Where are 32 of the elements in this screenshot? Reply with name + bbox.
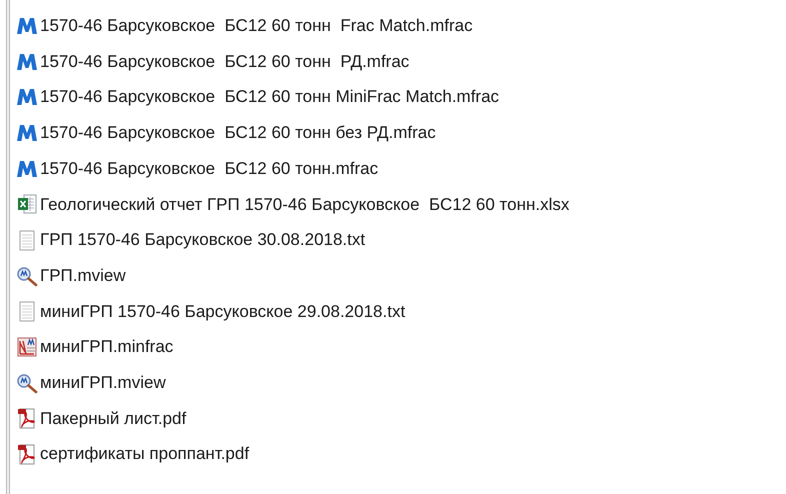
file-item[interactable]: ГРП.mview <box>16 258 570 294</box>
file-item[interactable]: миниГРП.mview <box>16 364 570 401</box>
file-name: миниГРП.minfrac <box>40 336 174 358</box>
spreadsheet-icon <box>16 193 38 216</box>
file-name: миниГРП.mview <box>40 372 166 394</box>
file-name: миниГРП 1570-46 Барсуковское 29.08.2018.txt <box>40 300 406 323</box>
file-item[interactable]: 1570-46 Барсуковское БС12 60 тонн без РД.mfrac <box>16 115 570 151</box>
file-item[interactable]: сертификаты проппант.pdf <box>16 436 570 472</box>
file-name: 1570-46 Барсуковское БС12 60 тонн без РД.mfrac <box>40 122 436 144</box>
file-item[interactable]: миниГРП 1570-46 Барсуковское 29.08.2018.txt <box>16 294 570 330</box>
file-item[interactable]: Геологический отчет ГРП 1570-46 Барсуковское БС12 60 тонн.xlsx <box>16 186 570 222</box>
file-name: ГРП.mview <box>40 264 126 287</box>
file-name: 1570-46 Барсуковское БС12 60 тонн РД.mfrac <box>40 50 410 73</box>
file-item[interactable]: ГРП 1570-46 Барсуковское 30.08.2018.txt <box>16 222 570 258</box>
file-name: Пакерный лист.pdf <box>40 408 186 430</box>
chart-document-icon <box>16 336 38 358</box>
file-name: 1570-46 Барсуковское БС12 60 тонн Frac Match.mfrac <box>40 15 473 38</box>
magnifier-icon <box>16 264 38 287</box>
file-item[interactable]: 1570-46 Барсуковское БС12 60 тонн MiniFrac Match.mfrac <box>16 79 570 116</box>
file-item[interactable]: 1570-46 Барсуковское БС12 60 тонн Frac Match.mfrac <box>16 8 570 44</box>
file-item[interactable]: 1570-46 Барсуковское БС12 60 тонн РД.mfrac <box>16 44 570 80</box>
file-item[interactable]: 1570-46 Барсуковское БС12 60 тонн.mfrac <box>16 150 570 186</box>
pdf-document-icon <box>16 407 38 430</box>
file-item[interactable]: миниГРП.minfrac <box>16 329 570 365</box>
file-name: 1570-46 Барсуковское БС12 60 тонн.mfrac <box>40 158 378 180</box>
magnifier-icon <box>16 372 38 394</box>
pdf-document-icon <box>16 443 38 466</box>
file-item[interactable]: Пакерный лист.pdf <box>16 400 570 436</box>
file-name: ГРП 1570-46 Барсуковское 30.08.2018.txt <box>40 229 366 252</box>
file-name: Геологический отчет ГРП 1570-46 Барсуковское БС12 60 тонн.xlsx <box>40 194 570 216</box>
file-name: сертификаты проппант.pdf <box>40 443 250 466</box>
file-name: 1570-46 Барсуковское БС12 60 тонн MiniFrac Match.mfrac <box>40 86 500 108</box>
